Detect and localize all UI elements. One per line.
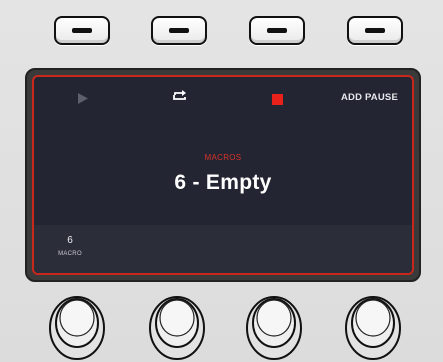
softkey-2-bar <box>169 27 189 33</box>
section-label: MACROS <box>204 153 242 162</box>
softkey-1-bar <box>72 27 92 33</box>
macro-number-label: MACRO <box>58 251 82 257</box>
add-pause-button[interactable]: ADD PAUSE <box>341 92 398 103</box>
knob-3[interactable] <box>246 290 302 360</box>
softkey-3-button[interactable] <box>249 16 305 45</box>
lcd-bezel: ADD PAUSE MACROS 6 - Empty 6 MACRO <box>25 68 421 282</box>
knob-1[interactable] <box>49 290 105 360</box>
lcd-screen: ADD PAUSE MACROS 6 - Empty 6 MACRO <box>32 75 414 275</box>
softkey-1-button[interactable] <box>54 16 110 45</box>
play-icon[interactable] <box>78 91 88 109</box>
knob-2[interactable] <box>149 290 205 360</box>
softkey-4-bar <box>365 27 385 33</box>
softkey-4-button[interactable] <box>347 16 403 45</box>
parameter-strip: 6 MACRO <box>34 225 412 273</box>
control-panel: ADD PAUSE MACROS 6 - Empty 6 MACRO <box>0 0 443 362</box>
loop-icon[interactable] <box>172 89 188 108</box>
softkey-2-button[interactable] <box>151 16 207 45</box>
macro-number-value: 6 <box>67 235 73 246</box>
macro-title: 6 - Empty <box>174 171 272 194</box>
stop-icon[interactable] <box>272 92 283 110</box>
knob-4[interactable] <box>345 290 401 360</box>
softkey-3-bar <box>267 27 287 33</box>
